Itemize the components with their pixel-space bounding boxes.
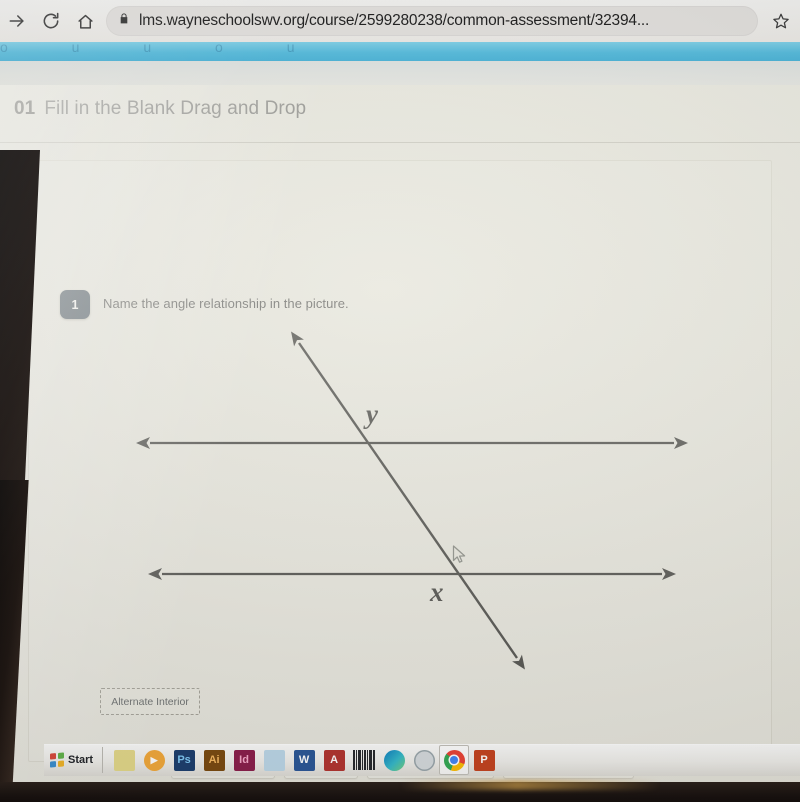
word-icon[interactable]: W xyxy=(289,745,319,775)
bridge-icon[interactable] xyxy=(259,745,289,775)
url-text: lms.wayneschoolswv.org/course/2599280238… xyxy=(139,12,650,29)
home-icon[interactable] xyxy=(68,4,102,38)
address-bar[interactable]: lms.wayneschoolswv.org/course/2599280238… xyxy=(106,6,758,36)
media-player-icon[interactable]: ▶ xyxy=(139,745,169,775)
forward-arrow-icon[interactable] xyxy=(0,4,34,38)
taskbar-icons: ▶ Ps Ai Id W A P xyxy=(103,745,499,775)
reload-icon[interactable] xyxy=(34,4,68,38)
chrome-icon[interactable] xyxy=(439,745,470,775)
angle-label-x: x xyxy=(430,577,444,607)
band-ghost-text: o u u o u xyxy=(0,42,325,55)
photoshop-icon[interactable]: Ps xyxy=(169,745,199,775)
bezel-reflection xyxy=(400,780,660,790)
site-header-band: o u u o u xyxy=(0,42,800,61)
dropzone-value: Alternate Interior xyxy=(111,695,189,708)
recycle-icon[interactable] xyxy=(409,745,439,775)
mouse-pointer-icon xyxy=(452,545,466,563)
browser-toolbar: lms.wayneschoolswv.org/course/2599280238… xyxy=(0,0,800,42)
barcode-icon[interactable] xyxy=(349,745,379,775)
answer-dropzone[interactable]: Alternate Interior xyxy=(100,688,200,715)
page-content: 01 Fill in the Blank Drag and Drop 1 Name… xyxy=(0,85,800,782)
angle-relationship-diagram: y x xyxy=(0,85,800,782)
indesign-icon[interactable]: Id xyxy=(229,745,259,775)
windows-taskbar: Start ▶ Ps Ai Id W A P xyxy=(44,744,800,776)
start-label: Start xyxy=(68,754,94,766)
band-fade xyxy=(0,61,800,85)
windows-logo-icon xyxy=(50,752,64,768)
photos-icon[interactable] xyxy=(109,745,139,775)
transversal-line xyxy=(291,331,525,670)
screen-photo: lms.wayneschoolswv.org/course/2599280238… xyxy=(0,0,800,802)
acrobat-icon[interactable]: A xyxy=(319,745,349,775)
start-button[interactable]: Start xyxy=(44,747,104,773)
angle-label-y: y xyxy=(366,399,378,429)
illustrator-icon[interactable]: Ai xyxy=(199,745,229,775)
edge-icon[interactable] xyxy=(379,745,409,775)
star-icon[interactable] xyxy=(766,6,796,36)
powerpoint-icon[interactable]: P xyxy=(469,745,499,775)
lock-icon xyxy=(118,12,130,30)
